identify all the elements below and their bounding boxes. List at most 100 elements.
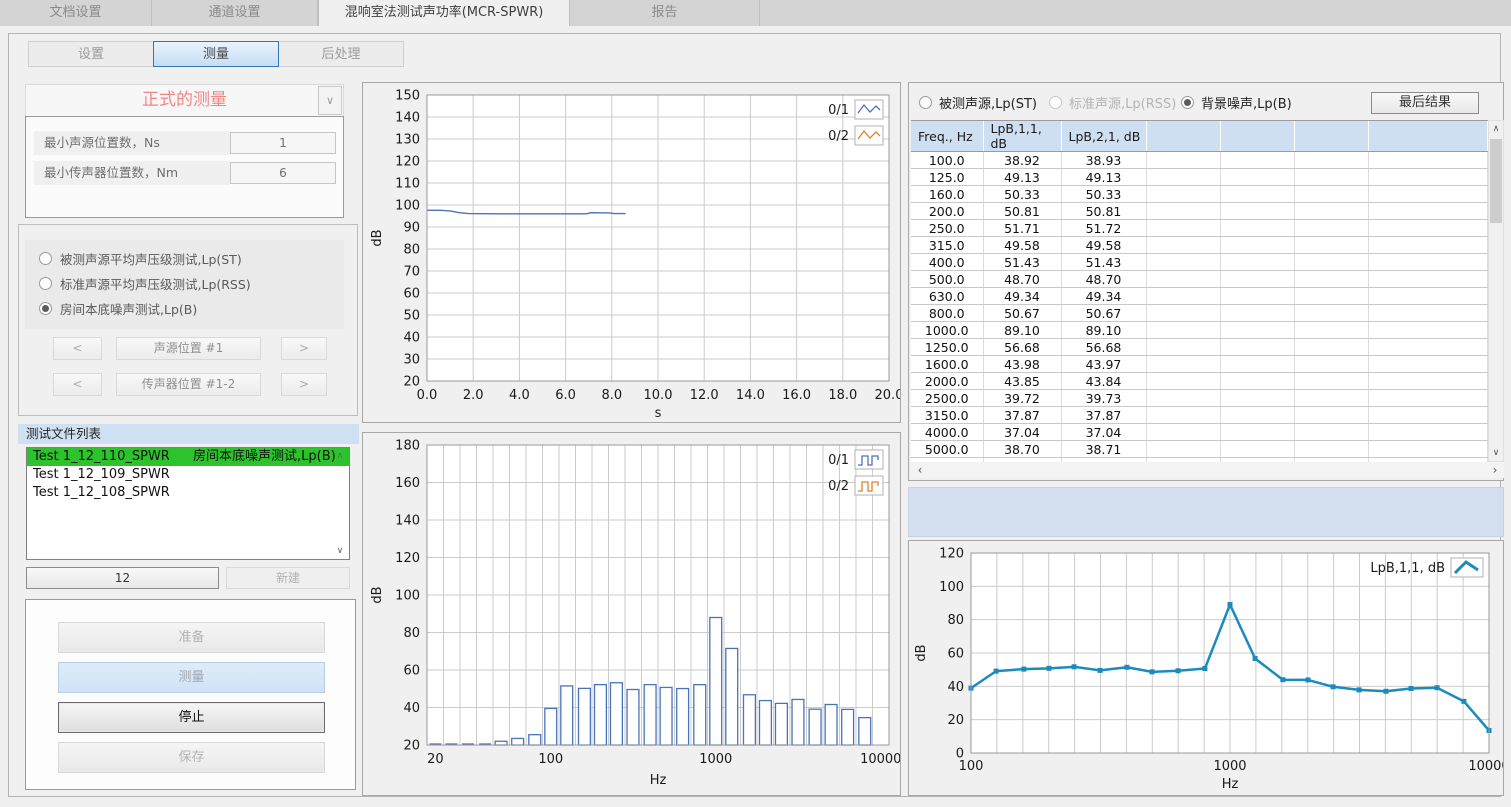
column-header: Freq., Hz [911, 121, 983, 152]
radio-icon[interactable] [1049, 96, 1062, 109]
source-position-button[interactable]: 声源位置 #1 [116, 337, 261, 360]
chevron-down-icon[interactable]: ∨ [318, 86, 342, 115]
table-cell [1294, 441, 1368, 458]
table-cell [1294, 424, 1368, 441]
prepare-button[interactable]: 准备 [58, 622, 325, 653]
radio-lp-st[interactable]: 被测声源平均声压级测试,Lp(ST) [25, 246, 344, 271]
scroll-down-icon[interactable]: ∨ [334, 546, 346, 556]
result-chart-panel: 020406080100120100100010000HzdBLpB,1,1, … [908, 540, 1504, 796]
tab-channel-settings[interactable]: 通道设置 [152, 0, 318, 26]
radio-selected-icon[interactable] [39, 302, 52, 315]
tab-mcr-spwr[interactable]: 混响室法测试声功率(MCR-SPWR) [318, 0, 570, 26]
svg-text:140: 140 [395, 111, 420, 126]
tab-document-settings[interactable]: 文档设置 [0, 0, 152, 26]
scroll-up-icon[interactable]: ∧ [1489, 122, 1503, 136]
table-row[interactable]: 800.050.6750.67 [911, 305, 1488, 322]
table-row[interactable]: 2500.039.7239.73 [911, 390, 1488, 407]
mic-next-button[interactable]: > [281, 373, 327, 396]
tab-report[interactable]: 报告 [570, 0, 760, 26]
filter-lp-b[interactable]: 背景噪声,Lp(B) [1181, 93, 1292, 112]
table-row[interactable]: 1250.056.6856.68 [911, 339, 1488, 356]
results-table[interactable]: Freq., HzLpB,1,1, dBLpB,2,1, dB 100.038.… [911, 121, 1488, 463]
scroll-down-icon[interactable]: ∨ [1489, 446, 1503, 460]
mic-prev-button[interactable]: < [53, 373, 102, 396]
subtab-postprocess[interactable]: 后处理 [278, 41, 404, 67]
radio-icon[interactable] [39, 252, 52, 265]
source-prev-button[interactable]: < [53, 337, 102, 360]
table-row[interactable]: 400.051.4351.43 [911, 254, 1488, 271]
svg-text:Hz: Hz [650, 773, 667, 788]
svg-text:120: 120 [395, 551, 420, 566]
scrollbar-thumb[interactable] [1490, 139, 1502, 223]
table-row[interactable]: 1000.089.1089.10 [911, 322, 1488, 339]
svg-text:180: 180 [395, 439, 420, 454]
table-cell [1368, 322, 1488, 339]
scroll-left-icon[interactable]: ‹ [913, 463, 927, 477]
filter-lp-st[interactable]: 被测声源,Lp(ST) [919, 93, 1037, 112]
table-row[interactable]: 630.049.3449.34 [911, 288, 1488, 305]
test-file-item[interactable]: Test 1_12_108_SPWR [27, 484, 349, 502]
table-row[interactable]: 5000.038.7038.71 [911, 441, 1488, 458]
file-count-button[interactable]: 12 [26, 567, 219, 589]
table-cell [1146, 373, 1220, 390]
test-file-item[interactable]: Test 1_12_110_SPWR房间本底噪声测试,Lp(B) [27, 448, 349, 466]
parameters-box: 最小声源位置数，Ns 1 最小传声器位置数，Nm 6 [25, 116, 344, 218]
radio-lp-rss[interactable]: 标准声源平均声压级测试,Lp(RSS) [25, 271, 344, 296]
scroll-up-icon[interactable]: ∧ [334, 451, 346, 461]
min-source-positions-field[interactable]: 1 [230, 132, 336, 154]
table-horizontal-scrollbar[interactable]: ‹ › [911, 462, 1504, 478]
radio-icon[interactable] [39, 277, 52, 290]
file-name: Test 1_12_108_SPWR [33, 484, 193, 502]
results-panel: 被测声源,Lp(ST) 标准声源,Lp(RSS) 背景噪声,Lp(B) 最后结果… [908, 82, 1504, 481]
table-row[interactable]: 500.048.7048.70 [911, 271, 1488, 288]
svg-text:12.0: 12.0 [690, 388, 719, 403]
table-row[interactable]: 250.051.7151.72 [911, 220, 1488, 237]
table-row[interactable]: 3150.037.8737.87 [911, 407, 1488, 424]
table-cell [1220, 339, 1294, 356]
table-vertical-scrollbar[interactable]: ∧ ∨ [1488, 120, 1504, 462]
subtab-settings[interactable]: 设置 [28, 41, 154, 67]
min-mic-positions-field[interactable]: 6 [230, 162, 336, 184]
stop-button[interactable]: 停止 [58, 702, 325, 733]
measurement-mode-combobox[interactable]: 正式的测量 ∨ [25, 84, 344, 117]
table-row[interactable]: 1600.043.9843.97 [911, 356, 1488, 373]
svg-text:dB: dB [370, 586, 385, 603]
table-cell [1220, 305, 1294, 322]
table-row[interactable]: 200.050.8150.81 [911, 203, 1488, 220]
save-button[interactable]: 保存 [58, 742, 325, 773]
column-header: LpB,2,1, dB [1061, 121, 1146, 152]
measurement-mode-value: 正式的测量 [26, 85, 343, 116]
new-file-button[interactable]: 新建 [226, 567, 350, 589]
filter-lp-rss[interactable]: 标准声源,Lp(RSS) [1049, 93, 1176, 112]
table-row[interactable]: 100.038.9238.93 [911, 152, 1488, 169]
svg-text:0/1: 0/1 [828, 453, 849, 468]
table-row[interactable]: 160.050.3350.33 [911, 186, 1488, 203]
svg-text:60: 60 [403, 664, 420, 679]
measure-button[interactable]: 测量 [58, 662, 325, 693]
svg-text:0/1: 0/1 [828, 103, 849, 118]
radio-lp-b[interactable]: 房间本底噪声测试,Lp(B) [25, 296, 344, 321]
mic-position-button[interactable]: 传声器位置 #1-2 [116, 373, 261, 396]
table-cell [1368, 407, 1488, 424]
radio-icon[interactable] [919, 96, 932, 109]
svg-text:100: 100 [939, 580, 964, 595]
table-cell [1146, 305, 1220, 322]
radio-selected-icon[interactable] [1181, 96, 1194, 109]
test-file-list[interactable]: Test 1_12_110_SPWR房间本底噪声测试,Lp(B)Test 1_1… [26, 447, 350, 560]
table-cell [1368, 271, 1488, 288]
table-row[interactable]: 2000.043.8543.84 [911, 373, 1488, 390]
table-row[interactable]: 4000.037.0437.04 [911, 424, 1488, 441]
table-row[interactable]: 125.049.1349.13 [911, 169, 1488, 186]
scroll-right-icon[interactable]: › [1488, 463, 1502, 477]
main-tabbar: 文档设置 通道设置 混响室法测试声功率(MCR-SPWR) 报告 [0, 0, 1511, 26]
spectrum-bar-chart: 2040608010012014016018020100100010000Hzd… [363, 433, 900, 795]
final-result-button[interactable]: 最后结果 [1371, 92, 1479, 114]
svg-text:30: 30 [403, 353, 420, 368]
test-file-item[interactable]: Test 1_12_109_SPWR [27, 466, 349, 484]
table-cell: 49.58 [983, 237, 1061, 254]
subtab-measure[interactable]: 测量 [153, 41, 279, 67]
table-row[interactable]: 315.049.5849.58 [911, 237, 1488, 254]
table-cell: 50.81 [983, 203, 1061, 220]
svg-text:18.0: 18.0 [828, 388, 857, 403]
source-next-button[interactable]: > [281, 337, 327, 360]
